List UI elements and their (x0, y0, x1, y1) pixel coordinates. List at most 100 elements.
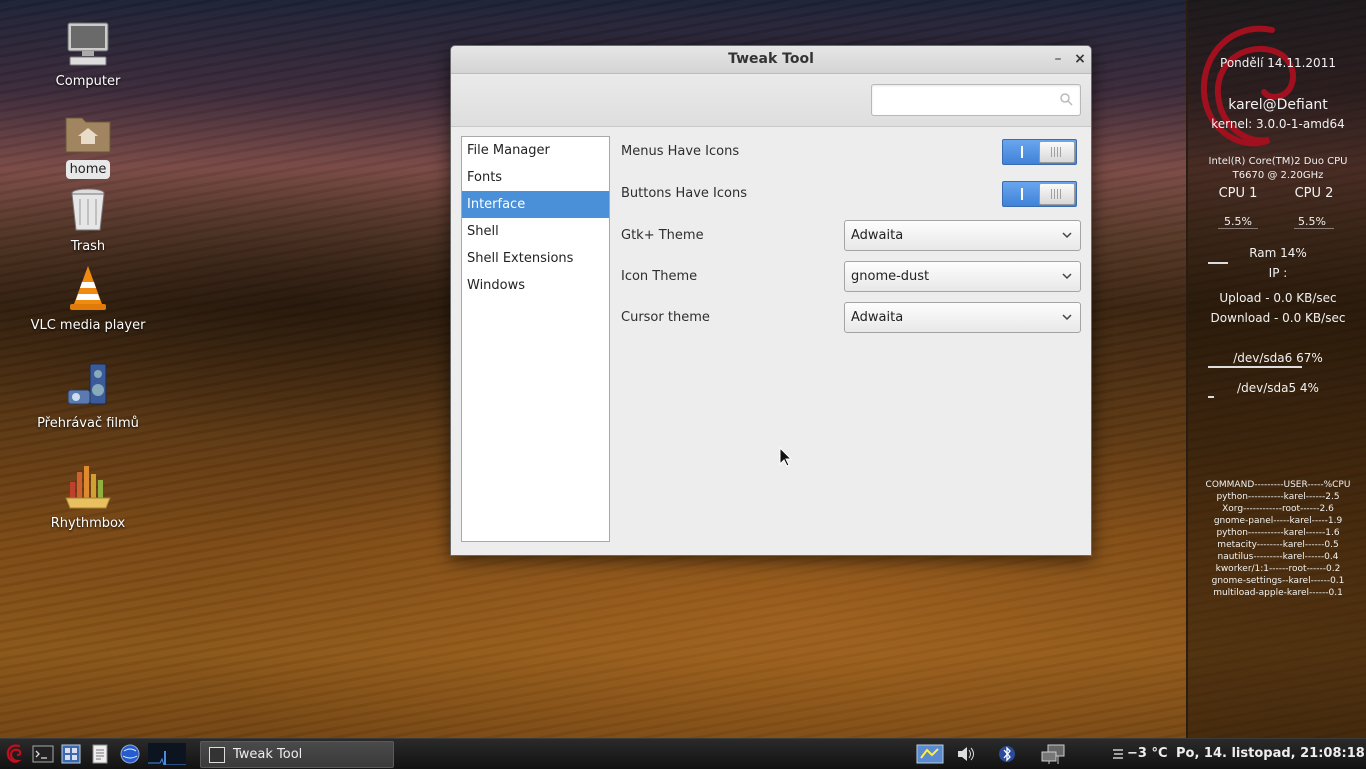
switch-on-mark (1021, 146, 1023, 158)
switch-knob (1039, 141, 1075, 163)
vlc-icon (64, 264, 112, 312)
gtk-theme-value: Adwaita (851, 228, 904, 243)
computer-icon (64, 20, 112, 68)
sidebar-item-shell-extensions[interactable]: Shell Extensions (462, 245, 609, 272)
file-manager-icon[interactable] (60, 743, 82, 765)
conky-process-row: gnome-panel-----karel-----1.9 (1213, 516, 1343, 526)
sidebar-item-fonts[interactable]: Fonts (462, 164, 609, 191)
conky-process-row: nautilus---------karel------0.4 (1217, 552, 1339, 562)
conky-process-row: python-----------karel------1.6 (1216, 528, 1340, 538)
cursor-theme-select[interactable]: Adwaita (844, 302, 1081, 333)
conky-cpu2-underline (1294, 228, 1334, 229)
category-sidebar: File Manager Fonts Interface Shell Shell… (461, 136, 610, 542)
volume-icon[interactable] (956, 744, 976, 764)
conky-sda6-bar (1208, 366, 1302, 368)
conky-process-row: Xorg------------root------2.6 (1222, 504, 1334, 514)
conky-sda5-bar (1208, 396, 1214, 398)
icon-theme-select[interactable]: gnome-dust (844, 261, 1081, 292)
switch-on-mark (1021, 188, 1023, 200)
conky-process-row: kworker/1:1------root------0.2 (1215, 564, 1341, 574)
menus-have-icons-switch[interactable] (1002, 139, 1077, 165)
search-icon (1060, 93, 1073, 106)
conky-process-row: python-----------karel------2.5 (1216, 492, 1340, 502)
conky-download: Download - 0.0 KB/sec (1210, 311, 1346, 325)
mouse-pointer-icon (779, 447, 793, 467)
tweak-tool-app-icon (209, 747, 225, 763)
sidebar-item-shell[interactable]: Shell (462, 218, 609, 245)
conky-process-row: multiload-apple-karel------0.1 (1213, 588, 1343, 598)
conky-cpu-model: Intel(R) Core(TM)2 Duo CPU (1208, 156, 1348, 167)
close-button[interactable]: × (1071, 50, 1089, 68)
conky-ram: Ram 14% (1249, 246, 1307, 260)
bluetooth-icon[interactable] (998, 744, 1016, 764)
web-browser-icon[interactable] (119, 743, 141, 765)
conky-process-header: COMMAND---------USER-----%CPU (1205, 480, 1351, 490)
desktop-icon-movie-player[interactable]: Přehrávač filmů (18, 362, 158, 433)
window-titlebar[interactable]: Tweak Tool – × (451, 46, 1091, 74)
taskbar-button-tweak-tool[interactable]: Tweak Tool (200, 741, 394, 768)
conky-cpu1-underline (1218, 228, 1258, 229)
desktop-icon-label: Přehrávač filmů (37, 416, 139, 431)
conky-user: karel@Defiant (1228, 97, 1328, 113)
conky-process-row: gnome-settings--karel------0.1 (1211, 576, 1345, 586)
window-toolbar (451, 74, 1091, 127)
sidebar-item-interface[interactable]: Interface (462, 191, 609, 218)
desktop-icon-computer[interactable]: Computer (18, 20, 158, 91)
desktop-icon-vlc[interactable]: VLC media player (18, 264, 158, 335)
sidebar-item-file-manager[interactable]: File Manager (462, 137, 609, 164)
chevron-down-icon (1062, 314, 1072, 321)
text-editor-icon[interactable] (89, 743, 111, 765)
conky-ip: IP : (1268, 266, 1288, 280)
desktop-icon-label: home (65, 160, 111, 179)
desktop-icon-label: Trash (70, 239, 106, 254)
rhythmbox-icon (64, 462, 112, 510)
system-monitor-panel: Pondělí 14.11.2011 karel@Defiant kernel:… (1186, 0, 1366, 738)
home-folder-icon (64, 108, 112, 156)
clock[interactable]: Po, 14. listopad, 21:08:18 (1176, 746, 1365, 761)
conky-kernel: kernel: 3.0.0-1-amd64 (1211, 117, 1345, 131)
desktop-icon-home[interactable]: home (18, 108, 158, 179)
window-title: Tweak Tool (728, 51, 814, 67)
software-update-icon[interactable] (916, 744, 944, 764)
search-box[interactable] (871, 84, 1081, 116)
buttons-have-icons-label: Buttons Have Icons (621, 186, 747, 201)
taskbar-button-label: Tweak Tool (233, 747, 303, 762)
weather-icon (1113, 749, 1123, 759)
conky-process-list: COMMAND---------USER-----%CPU python----… (1188, 479, 1366, 599)
gtk-theme-select[interactable]: Adwaita (844, 220, 1081, 251)
debian-swirl-icon (1200, 25, 1297, 147)
debian-menu-icon[interactable] (4, 743, 26, 765)
terminal-icon[interactable] (32, 743, 54, 765)
bottom-panel: Tweak Tool −3 °C Po, 14. listopad, 21:08… (0, 738, 1366, 769)
conky-cpu-speed: T6670 @ 2.20GHz (1232, 170, 1324, 181)
chevron-down-icon (1062, 232, 1072, 239)
conky-ram-bar (1208, 262, 1228, 264)
temperature-indicator[interactable]: −3 °C (1127, 746, 1168, 761)
buttons-have-icons-switch[interactable] (1002, 181, 1077, 207)
desktop-icon-trash[interactable]: Trash (18, 185, 158, 256)
icon-theme-value: gnome-dust (851, 269, 930, 284)
tweak-tool-window: Tweak Tool – × File Manager Fonts Interf… (450, 45, 1092, 556)
conky-sda5: /dev/sda5 4% (1237, 381, 1319, 395)
system-monitor-applet-icon[interactable] (148, 743, 186, 765)
search-input[interactable] (878, 87, 1062, 115)
cursor-theme-label: Cursor theme (621, 310, 710, 325)
desktop-icon-label: VLC media player (30, 318, 146, 333)
desktop-icon-label: Computer (55, 74, 121, 89)
conky-cpu2-value: 5.5% (1298, 215, 1326, 228)
desktop-icon-label: Rhythmbox (50, 516, 126, 531)
network-icon[interactable] (1040, 744, 1068, 764)
movie-player-icon (64, 362, 112, 410)
desktop-icon-rhythmbox[interactable]: Rhythmbox (18, 462, 158, 533)
conky-sda6: /dev/sda6 67% (1233, 351, 1323, 365)
conky-upload: Upload - 0.0 KB/sec (1219, 291, 1337, 305)
conky-process-row: metacity--------karel------0.5 (1217, 540, 1339, 550)
conky-cpu2-label: CPU 2 (1294, 186, 1334, 201)
conky-date: Pondělí 14.11.2011 (1220, 56, 1336, 70)
gtk-theme-label: Gtk+ Theme (621, 228, 704, 243)
trash-icon (64, 185, 112, 233)
cursor-theme-value: Adwaita (851, 310, 904, 325)
minimize-button[interactable]: – (1049, 50, 1067, 68)
sidebar-item-windows[interactable]: Windows (462, 272, 609, 299)
chevron-down-icon (1062, 273, 1072, 280)
